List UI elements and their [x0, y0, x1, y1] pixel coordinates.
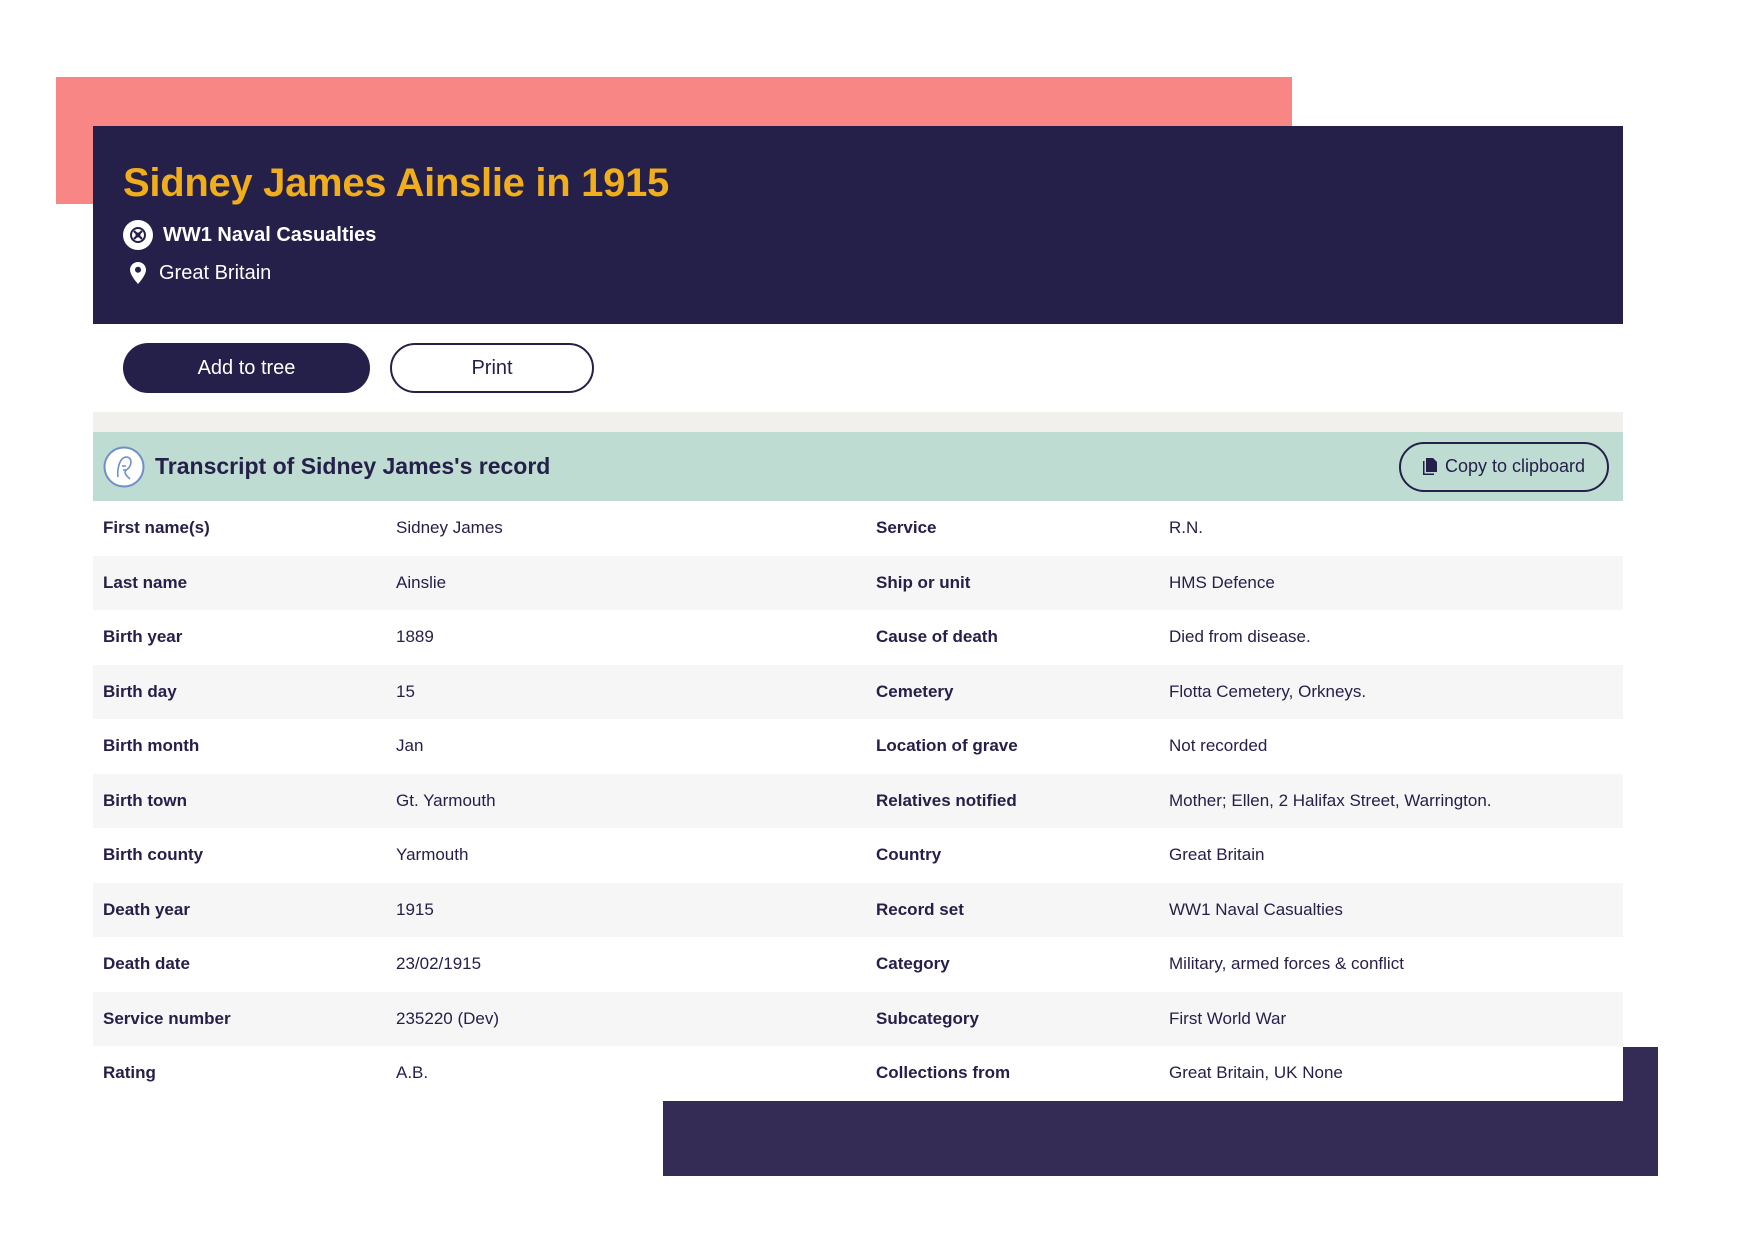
field-label: Service	[876, 518, 937, 538]
field-value: HMS Defence	[1169, 572, 1275, 592]
field-label: Ship or unit	[876, 572, 971, 592]
field-value: Flotta Cemetery, Orkneys.	[1169, 681, 1367, 701]
field-value: Sidney James	[396, 518, 503, 538]
action-bar: Add to tree Print	[93, 324, 1623, 412]
location-label: Great Britain	[159, 261, 272, 284]
table-row: First name(s) Sidney James Service R.N.	[93, 501, 1623, 556]
table-row: Death date 23/02/1915 Category Military, ar…	[93, 937, 1623, 992]
field-label: Collections from	[876, 1063, 1011, 1083]
field-value: Not recorded	[1169, 736, 1268, 756]
location-row: Great Britain	[123, 261, 1623, 285]
field-label: Birth day	[103, 681, 177, 701]
field-label: Birth town	[103, 790, 188, 810]
table-row: Last name Ainslie Ship or unit HMS Defence	[93, 555, 1623, 610]
copy-to-clipboard-button[interactable]: Copy to clipboard	[1399, 441, 1609, 492]
table-row: Death year 1915 Record set WW1 Naval Casual…	[93, 882, 1623, 937]
record-set-row: WW1 Naval Casualties	[123, 220, 1623, 250]
add-to-tree-button[interactable]: Add to tree	[123, 343, 370, 393]
section-divider	[93, 412, 1623, 432]
field-label: Birth year	[103, 627, 183, 647]
naval-badge-icon	[123, 220, 153, 250]
transcript-title: Transcript of Sidney James's record	[155, 453, 551, 479]
field-label: Location of grave	[876, 736, 1018, 756]
location-pin-icon	[123, 261, 153, 285]
field-value: Great Britain	[1169, 845, 1265, 865]
field-label: Record set	[876, 899, 964, 919]
record-header: Sidney James Ainslie in 1915 WW1 Naval C…	[93, 126, 1623, 324]
transcript-table: First name(s) Sidney James Service R.N. Last…	[93, 501, 1623, 1101]
field-value: Yarmouth	[396, 845, 469, 865]
field-value: Died from disease.	[1169, 627, 1311, 647]
field-value: Mother; Ellen, 2 Halifax Street, Warring…	[1169, 790, 1492, 810]
field-value: First World War	[1169, 1008, 1287, 1028]
document-copy-icon	[1422, 458, 1437, 475]
field-label: Birth month	[103, 736, 200, 756]
copy-to-clipboard-label: Copy to clipboard	[1444, 456, 1586, 476]
table-row: Rating A.B. Collections from Great Britain,…	[93, 1046, 1623, 1101]
portrait-icon	[103, 446, 145, 488]
field-value: R.N.	[1169, 518, 1203, 538]
record-set-label: WW1 Naval Casualties	[163, 223, 377, 246]
field-label: Subcategory	[876, 1008, 979, 1028]
field-value: 1915	[396, 899, 434, 919]
field-label: Category	[876, 954, 950, 974]
field-label: Death year	[103, 899, 190, 919]
field-label: Birth county	[103, 845, 204, 865]
field-value: A.B.	[396, 1063, 429, 1083]
table-row: Birth county Yarmouth Country Great Britain	[93, 828, 1623, 883]
field-value: WW1 Naval Casualties	[1169, 899, 1343, 919]
table-row: Birth town Gt. Yarmouth Relatives notified…	[93, 773, 1623, 828]
field-value: Gt. Yarmouth	[396, 790, 496, 810]
field-value: 23/02/1915	[396, 954, 482, 974]
field-value: Ainslie	[396, 572, 447, 592]
field-value: Great Britain, UK None	[1169, 1063, 1343, 1083]
field-label: Last name	[103, 572, 188, 592]
field-label: Death date	[103, 954, 190, 974]
field-value: 15	[396, 681, 415, 701]
field-value: 235220 (Dev)	[396, 1008, 500, 1028]
field-label: Service number	[103, 1008, 231, 1028]
table-row: Birth day 15 Cemetery Flotta Cemetery, Orkn…	[93, 664, 1623, 719]
table-row: Birth year 1889 Cause of death Died from di…	[93, 610, 1623, 665]
table-row: Birth month Jan Location of grave Not recor…	[93, 719, 1623, 774]
field-value: 1889	[396, 627, 434, 647]
page-title: Sidney James Ainslie in 1915	[123, 161, 669, 205]
field-label: Rating	[103, 1063, 156, 1083]
field-label: Country	[876, 845, 942, 865]
transcript-header: Transcript of Sidney James's record Copy…	[93, 432, 1623, 501]
field-value: Military, armed forces & conflict	[1169, 954, 1404, 974]
field-label: Relatives notified	[876, 790, 1017, 810]
table-row: Service number 235220 (Dev) Subcategory Fir…	[93, 991, 1623, 1046]
print-button[interactable]: Print	[390, 343, 594, 393]
record-card: Sidney James Ainslie in 1915 WW1 Naval C…	[93, 126, 1623, 1101]
field-label: Cause of death	[876, 627, 998, 647]
field-value: Jan	[396, 736, 424, 756]
field-label: First name(s)	[103, 518, 210, 538]
field-label: Cemetery	[876, 681, 954, 701]
